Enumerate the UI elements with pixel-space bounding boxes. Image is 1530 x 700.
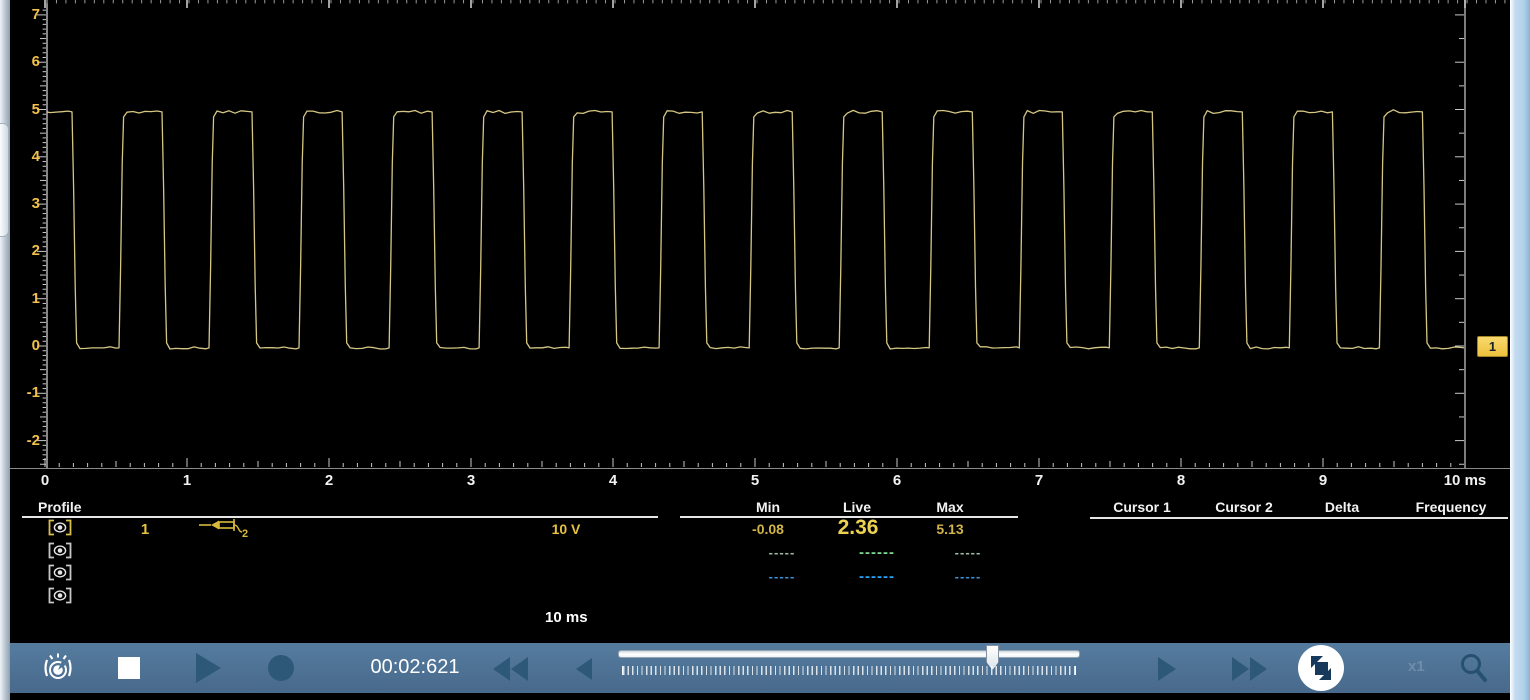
stop-icon	[118, 657, 140, 679]
trigger-probe-icon[interactable]: 2	[198, 516, 252, 545]
x-axis-label: 7	[1004, 472, 1074, 489]
play-button[interactable]	[196, 653, 221, 686]
slider-tick-marks	[622, 666, 1076, 675]
step-back-icon	[576, 658, 592, 680]
zoom-icon	[1458, 672, 1488, 687]
rewind-button[interactable]	[493, 657, 528, 684]
y-axis-label: 7	[6, 6, 40, 24]
step-forward-icon	[1158, 657, 1176, 681]
panel-splitter-handle[interactable]	[0, 123, 9, 237]
eye-icon	[47, 542, 73, 559]
waveform-display: 76543210-1-2 012345678910 ms 1	[0, 0, 1530, 470]
rewind-icon	[493, 657, 510, 681]
eye-icon	[47, 587, 73, 604]
column-header-frequency: Frequency	[1391, 499, 1511, 515]
svg-text:2: 2	[242, 528, 248, 540]
left-window-edge	[0, 0, 10, 700]
column-header-max: Max	[890, 499, 1010, 515]
fit-to-screen-icon	[1298, 645, 1344, 691]
y-axis-label: -2	[6, 432, 40, 450]
time-display: 00:02:621	[340, 656, 490, 679]
y-axis-label: -1	[6, 384, 40, 402]
profile-divider	[22, 516, 658, 518]
x-axis-label: 0	[10, 472, 80, 489]
timer-button[interactable]	[40, 651, 76, 688]
timebase-label: 10 ms	[545, 609, 588, 626]
channel-4-visibility-button[interactable]	[47, 587, 73, 604]
play-icon	[196, 653, 221, 683]
x-axis-label: 2	[294, 472, 364, 489]
x-axis-labels: 0 1 2 3 4 5 6 7 8 9 10 ms	[0, 472, 1530, 492]
channel-1-range: 10 V	[536, 521, 596, 537]
channel-3-max-placeholder: -----	[908, 569, 1028, 584]
fast-forward-icon	[1232, 657, 1249, 681]
y-axis-label: 6	[6, 53, 40, 71]
x-axis-label: 9	[1288, 472, 1358, 489]
y-axis-label: 1	[6, 290, 40, 308]
eye-icon	[47, 519, 73, 536]
channel-1-visibility-button[interactable]	[47, 519, 73, 536]
stop-button[interactable]	[118, 657, 140, 679]
record-button[interactable]	[268, 655, 294, 681]
zoom-factor-label: x1	[1408, 658, 1425, 675]
channel-1-number: 1	[130, 521, 160, 538]
step-back-button[interactable]	[576, 658, 592, 683]
oscilloscope-window: 7 6 5 4 3 2 1 0 -1 -2 0 1 2 3 4 5 6 7 8 9 10 ms 1 Profile M…	[0, 0, 1530, 700]
eye-icon	[47, 564, 73, 581]
x-axis-label: 5	[720, 472, 790, 489]
cursor-divider	[1090, 517, 1508, 519]
step-forward-button[interactable]	[1158, 657, 1176, 684]
x-axis-label: 6	[862, 472, 932, 489]
channel-2-max-placeholder: -----	[908, 545, 1028, 560]
fast-forward-button[interactable]	[1232, 657, 1267, 684]
fast-forward-icon	[1250, 657, 1267, 681]
zoom-button[interactable]	[1458, 652, 1488, 687]
x-axis-label: 4	[578, 472, 648, 489]
y-axis-label: 5	[6, 101, 40, 119]
right-window-edge	[1510, 0, 1530, 700]
x-axis-label: 10 ms	[1430, 472, 1500, 489]
channel-2-visibility-button[interactable]	[47, 542, 73, 559]
y-axis-label: 4	[6, 148, 40, 166]
channel-1-max-value: 5.13	[890, 521, 1010, 537]
waveform-plot	[0, 0, 1530, 470]
y-axis-label: 0	[6, 337, 40, 355]
profile-header: Profile	[38, 499, 82, 515]
y-axis-label: 2	[6, 242, 40, 260]
transport-toolbar: 00:02:621 x1	[10, 643, 1510, 693]
x-axis-label: 1	[152, 472, 222, 489]
channel-1-marker-badge[interactable]: 1	[1477, 336, 1508, 357]
fit-to-screen-button[interactable]	[1298, 645, 1344, 691]
x-axis-label: 3	[436, 472, 506, 489]
y-axis-label: 3	[6, 195, 40, 213]
channel-3-visibility-button[interactable]	[47, 564, 73, 581]
x-axis-label: 8	[1146, 472, 1216, 489]
rewind-icon	[511, 657, 528, 681]
record-icon	[268, 655, 294, 681]
position-slider[interactable]	[618, 650, 1080, 658]
column-header-delta: Delta	[1282, 499, 1402, 515]
timer-icon	[40, 673, 76, 688]
